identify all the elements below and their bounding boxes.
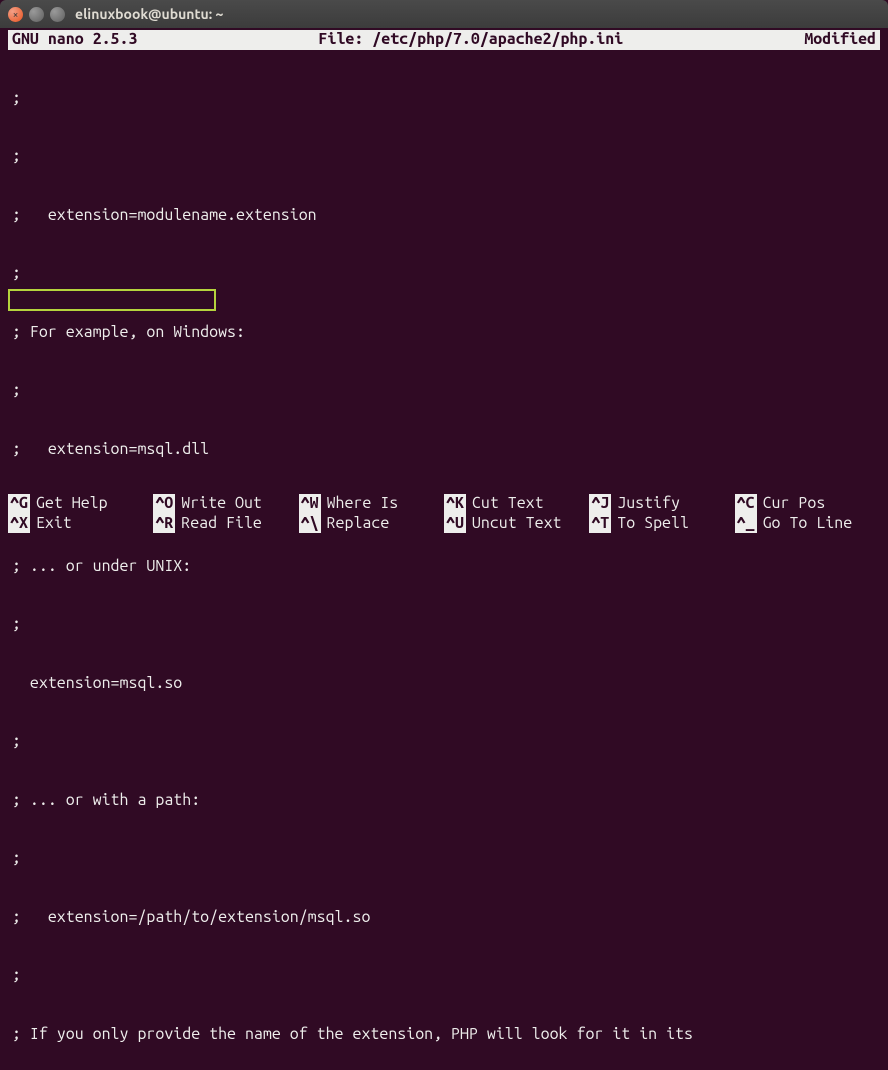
- nano-version: GNU nano 2.5.3: [12, 30, 137, 50]
- shortcut-key: ^C: [735, 494, 757, 514]
- editor-line: ;: [12, 732, 876, 752]
- shortcut-write-out[interactable]: ^O Write Out: [153, 494, 298, 514]
- shortcut-key: ^U: [444, 514, 466, 534]
- shortcut-row: ^G Get Help ^O Write Out ^W Where Is ^K …: [4, 494, 884, 514]
- terminal[interactable]: GNU nano 2.5.3 File: /etc/php/7.0/apache…: [0, 28, 888, 535]
- editor-line: ;: [12, 849, 876, 869]
- shortcut-label: Where Is: [327, 494, 399, 514]
- shortcut-row: ^X Exit ^R Read File ^\ Replace ^U Uncut…: [4, 514, 884, 534]
- editor-content[interactable]: ; ; ; extension=modulename.extension ; ;…: [4, 50, 884, 1070]
- window-titlebar: × elinuxbook@ubuntu: ~: [0, 0, 888, 28]
- shortcut-get-help[interactable]: ^G Get Help: [8, 494, 153, 514]
- shortcut-to-spell[interactable]: ^T To Spell: [589, 514, 734, 534]
- shortcut-exit[interactable]: ^X Exit: [8, 514, 153, 534]
- shortcut-cur-pos[interactable]: ^C Cur Pos: [735, 494, 880, 514]
- minimize-icon[interactable]: [29, 7, 44, 22]
- editor-line: ;: [12, 147, 876, 167]
- shortcut-key: ^K: [444, 494, 466, 514]
- shortcut-label: Uncut Text: [472, 514, 562, 534]
- shortcut-label: Read File: [181, 514, 262, 534]
- shortcut-bar: ^G Get Help ^O Write Out ^W Where Is ^K …: [4, 494, 884, 533]
- shortcut-key: ^R: [153, 514, 175, 534]
- shortcut-key: ^T: [589, 514, 611, 534]
- editor-line: ;: [12, 89, 876, 109]
- editor-line: extension=msql.so: [12, 674, 876, 694]
- shortcut-key: ^G: [8, 494, 30, 514]
- shortcut-label: Exit: [36, 514, 72, 534]
- editor-line: ; extension=/path/to/extension/msql.so: [12, 908, 876, 928]
- nano-status: Modified: [804, 30, 876, 50]
- shortcut-key: ^\: [299, 514, 321, 534]
- shortcut-key: ^W: [299, 494, 321, 514]
- shortcut-uncut-text[interactable]: ^U Uncut Text: [444, 514, 589, 534]
- window-title: elinuxbook@ubuntu: ~: [75, 6, 223, 22]
- shortcut-label: Go To Line: [763, 514, 853, 534]
- editor-line: ;: [12, 381, 876, 401]
- editor-line: ; ... or under UNIX:: [12, 557, 876, 577]
- editor-line: ;: [12, 615, 876, 635]
- shortcut-label: Cur Pos: [763, 494, 826, 514]
- shortcut-key: ^_: [735, 514, 757, 534]
- shortcut-replace[interactable]: ^\ Replace: [299, 514, 444, 534]
- shortcut-key: ^O: [153, 494, 175, 514]
- nano-file: File: /etc/php/7.0/apache2/php.ini: [137, 30, 804, 50]
- close-icon[interactable]: ×: [8, 7, 23, 22]
- shortcut-cut-text[interactable]: ^K Cut Text: [444, 494, 589, 514]
- window-controls: ×: [8, 7, 65, 22]
- shortcut-label: Cut Text: [472, 494, 544, 514]
- editor-line: ;: [12, 966, 876, 986]
- shortcut-label: Get Help: [36, 494, 108, 514]
- editor-line: ; If you only provide the name of the ex…: [12, 1025, 876, 1045]
- editor-line: ; extension=modulename.extension: [12, 206, 876, 226]
- shortcut-read-file[interactable]: ^R Read File: [153, 514, 298, 534]
- shortcut-go-to-line[interactable]: ^_ Go To Line: [735, 514, 880, 534]
- shortcut-label: Write Out: [181, 494, 262, 514]
- shortcut-key: ^J: [589, 494, 611, 514]
- editor-line: ; extension=msql.dll: [12, 440, 876, 460]
- editor-line: ; ... or with a path:: [12, 791, 876, 811]
- shortcut-key: ^X: [8, 514, 30, 534]
- shortcut-where-is[interactable]: ^W Where Is: [299, 494, 444, 514]
- shortcut-label: Replace: [327, 514, 390, 534]
- nano-header: GNU nano 2.5.3 File: /etc/php/7.0/apache…: [8, 30, 880, 50]
- shortcut-label: Justify: [617, 494, 680, 514]
- shortcut-label: To Spell: [617, 514, 689, 534]
- editor-line: ;: [12, 264, 876, 284]
- editor-line: ; For example, on Windows:: [12, 323, 876, 343]
- shortcut-justify[interactable]: ^J Justify: [589, 494, 734, 514]
- maximize-icon[interactable]: [50, 7, 65, 22]
